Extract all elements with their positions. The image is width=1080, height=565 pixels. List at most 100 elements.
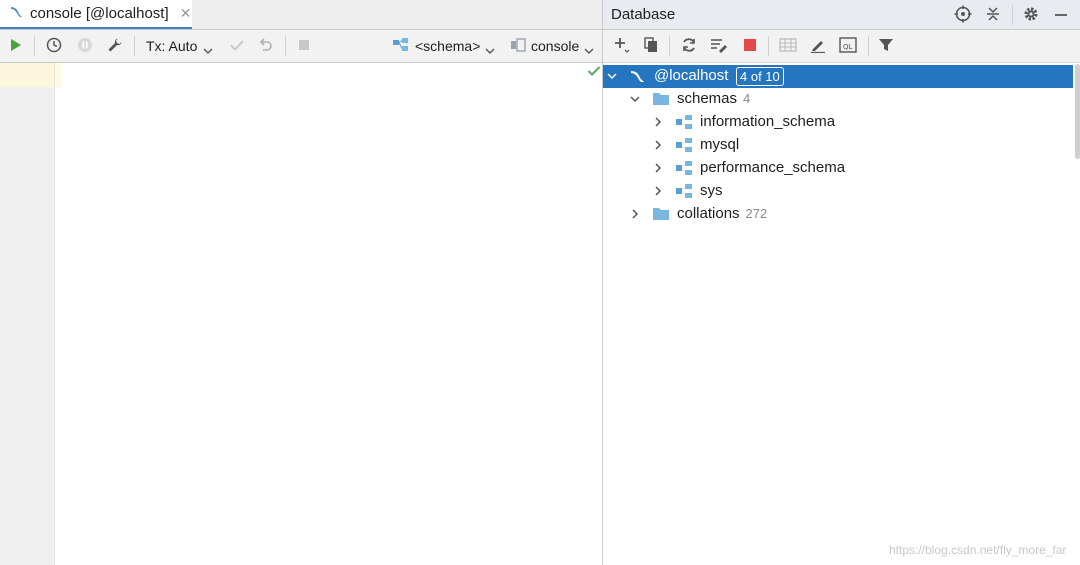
schemas-count: 4 <box>743 91 751 106</box>
tree-root-localhost[interactable]: @localhost 4 of 10 <box>603 65 1073 88</box>
history-button[interactable] <box>43 30 65 62</box>
console-tab[interactable]: console [@localhost] ✕ <box>0 0 192 29</box>
editor-caret-line[interactable] <box>55 63 61 87</box>
schema-icon <box>676 138 692 152</box>
refresh-button[interactable] <box>679 36 699 56</box>
stop-icon <box>297 38 311 55</box>
folder-icon <box>653 93 669 105</box>
tx-mode-dropdown[interactable]: Tx: Auto <box>146 30 216 62</box>
filter-button[interactable] <box>876 36 896 56</box>
undo-icon <box>258 37 274 56</box>
chevron-down-icon[interactable] <box>629 93 641 105</box>
chevron-right-icon[interactable] <box>629 208 641 220</box>
edit-datasource-icon <box>710 37 728 56</box>
editor-tab-bar: console [@localhost] ✕ <box>0 0 602 30</box>
panel-title: Database <box>611 6 676 23</box>
chevron-down-icon <box>584 42 594 54</box>
schema-selector-label: <schema> <box>415 38 481 54</box>
history-icon <box>46 37 62 56</box>
collations-label: collations <box>677 205 740 222</box>
chevron-down-icon <box>485 42 495 54</box>
schema-item-label: performance_schema <box>700 159 846 176</box>
console-selector[interactable]: console <box>510 30 600 62</box>
collapse-all-button[interactable] <box>983 5 1003 25</box>
line-number-gutter <box>0 63 55 565</box>
minimize-icon <box>1053 6 1069 25</box>
stop-icon <box>743 38 757 55</box>
panel-settings-button[interactable] <box>1021 5 1041 25</box>
tree-folder-schemas[interactable]: schemas 4 <box>603 88 1073 111</box>
collations-count: 272 <box>745 206 768 221</box>
schema-count-badge: 4 of 10 <box>736 67 784 86</box>
svg-text:QL: QL <box>843 43 853 51</box>
root-label: @localhost <box>654 67 729 84</box>
filter-icon <box>878 37 894 56</box>
table-editor-button[interactable] <box>778 36 798 56</box>
data-source-properties-button[interactable] <box>709 36 729 56</box>
tx-mode-label: Tx: Auto <box>146 38 198 54</box>
edit-button[interactable] <box>808 36 828 56</box>
database-toolbar: QL <box>603 30 1080 63</box>
chevron-right-icon[interactable] <box>652 185 664 197</box>
tree-schema-item[interactable]: sys <box>603 180 1073 203</box>
add-icon <box>613 36 631 57</box>
tree-schema-item[interactable]: performance_schema <box>603 157 1073 180</box>
pause-button[interactable] <box>74 30 96 62</box>
add-button[interactable] <box>612 36 632 56</box>
chevron-down-icon[interactable] <box>606 70 618 82</box>
schema-icon <box>676 115 692 129</box>
chevron-down-icon <box>203 42 213 54</box>
console-selector-label: console <box>531 38 580 54</box>
rollback-button[interactable] <box>255 30 277 62</box>
current-line-highlight <box>0 63 54 87</box>
inspection-ok-icon <box>587 64 601 80</box>
chevron-right-icon[interactable] <box>652 116 664 128</box>
tree-schema-item[interactable]: information_schema <box>603 111 1073 134</box>
query-icon: QL <box>839 36 857 56</box>
copy-icon <box>643 36 659 56</box>
folder-icon <box>653 208 669 220</box>
mysql-icon <box>9 4 25 23</box>
pause-icon <box>77 37 93 56</box>
locate-button[interactable] <box>953 5 973 25</box>
pencil-icon <box>810 37 826 56</box>
tree-folder-collations[interactable]: collations 272 <box>603 203 1073 226</box>
editor-pane: console [@localhost] ✕ Tx: Auto <schema>… <box>0 0 602 565</box>
stop-button[interactable] <box>293 30 315 62</box>
schemas-label-wrap: schemas 4 <box>677 90 750 107</box>
settings-button[interactable] <box>104 30 126 62</box>
gear-icon <box>1022 5 1040 26</box>
jump-to-console-button[interactable]: QL <box>838 36 858 56</box>
hide-panel-button[interactable] <box>1051 5 1071 25</box>
database-panel-header: Database <box>603 0 1080 30</box>
collations-label-wrap: collations 272 <box>677 205 767 222</box>
crosshair-icon <box>954 5 972 26</box>
console-tab-label: console [@localhost] <box>30 5 169 22</box>
watermark-text: https://blog.csdn.net/fly_more_far <box>889 543 1067 557</box>
check-icon <box>229 37 245 56</box>
mysql-icon <box>631 71 644 82</box>
refresh-icon <box>681 37 697 56</box>
table-icon <box>779 37 797 56</box>
wrench-icon <box>107 37 123 56</box>
commit-button[interactable] <box>226 30 248 62</box>
close-icon[interactable]: ✕ <box>180 5 192 22</box>
schema-icon <box>676 161 692 175</box>
tree-schema-item[interactable]: mysql <box>603 134 1073 157</box>
chevron-right-icon[interactable] <box>652 139 664 151</box>
disconnect-button[interactable] <box>740 36 760 56</box>
schemas-label: schemas <box>677 90 738 107</box>
schema-icon <box>392 37 410 56</box>
editor-toolbar: Tx: Auto <schema> console <box>0 30 602 63</box>
tree-scrollbar[interactable] <box>1075 64 1080 159</box>
run-icon <box>9 38 23 55</box>
duplicate-button[interactable] <box>641 36 661 56</box>
schema-selector[interactable]: <schema> <box>392 30 500 62</box>
run-button[interactable] <box>6 30 26 62</box>
schema-item-label: information_schema <box>700 113 836 130</box>
collapse-icon <box>985 6 1001 25</box>
database-panel: Database QL @localhost 4 of 10 schemas 4… <box>603 0 1080 565</box>
chevron-right-icon[interactable] <box>652 162 664 174</box>
schema-item-label: mysql <box>700 136 740 153</box>
console-icon <box>510 37 526 56</box>
